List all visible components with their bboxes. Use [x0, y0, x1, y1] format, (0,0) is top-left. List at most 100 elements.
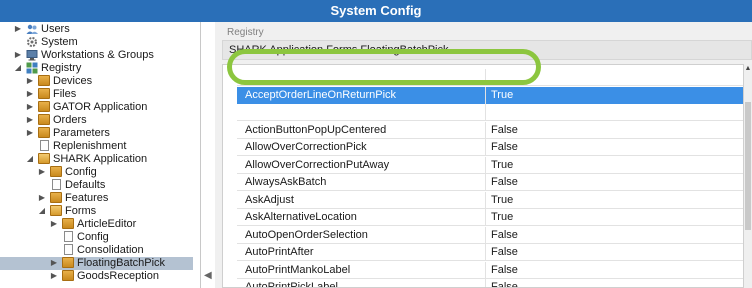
folder-open-icon — [50, 205, 62, 217]
table-row[interactable]: AllowOverCorrectionPutAway True — [237, 156, 743, 174]
tree-item[interactable]: ▶ GoodsReception — [0, 270, 200, 283]
tree-item[interactable]: ▶ Devices — [0, 75, 200, 88]
tree-item-label: SHARK Application — [53, 153, 148, 165]
table-row[interactable]: AskAlternativeLocation True — [237, 209, 743, 226]
tree-item-label: Registry — [41, 62, 82, 74]
gear-icon — [26, 36, 38, 48]
chevron-right-icon[interactable]: ▶ — [38, 193, 46, 202]
scroll-thumb[interactable] — [745, 102, 751, 230]
chevron-down-icon[interactable]: ◢ — [26, 154, 34, 163]
chevron-right-icon[interactable]: ▶ — [50, 258, 58, 267]
folder-icon — [38, 88, 50, 100]
document-icon — [38, 140, 50, 152]
folder-icon — [50, 166, 62, 178]
chevron-right-icon[interactable]: ▶ — [26, 76, 34, 85]
column-divider — [485, 156, 486, 174]
registry-key-name: AskAdjust — [245, 193, 294, 206]
tree-item-label: Config — [65, 166, 97, 178]
registry-grid[interactable]: AcceptOrderLineOnReturnPick True ActionBut… — [222, 64, 744, 288]
tree-item[interactable]: ▶ Orders — [0, 114, 200, 127]
chevron-right-icon[interactable]: ▶ — [50, 219, 58, 228]
table-row[interactable] — [237, 69, 743, 86]
folder-icon — [50, 192, 62, 204]
table-row[interactable]: AcceptOrderLineOnReturnPick True — [237, 86, 743, 104]
folder-icon — [62, 218, 74, 230]
table-row[interactable]: AutoPrintAfter False — [237, 244, 743, 261]
chevron-right-icon[interactable]: ▶ — [26, 102, 34, 111]
tree-item-label: Consolidation — [77, 244, 144, 256]
tree-item-label: Defaults — [65, 179, 106, 191]
chevron-right-icon[interactable]: ▶ — [50, 271, 58, 280]
collapse-panel-button[interactable]: ◀ — [204, 270, 212, 281]
column-divider — [485, 191, 486, 209]
registry-group-label: Registry — [227, 27, 264, 38]
table-row[interactable]: AlwaysAskBatch False — [237, 174, 743, 191]
table-row[interactable]: AskAdjust True — [237, 191, 743, 209]
chevron-down-icon[interactable]: ◢ — [14, 63, 22, 72]
table-row[interactable]: AutoOpenOrderSelection False — [237, 226, 743, 244]
document-icon — [62, 231, 74, 243]
table-row[interactable] — [237, 104, 743, 121]
table-row[interactable]: AllowOverCorrectionPick False — [237, 139, 743, 156]
tree-item-label: Features — [65, 192, 109, 204]
chevron-right-icon[interactable]: ▶ — [38, 167, 46, 176]
tree-item[interactable]: ◢ Forms — [0, 205, 200, 218]
registry-path-field[interactable]: SHARK Application.Forms.FloatingBatchPic… — [222, 40, 752, 60]
registry-key-value[interactable]: False — [491, 227, 518, 244]
chevron-right-icon[interactable]: ▶ — [14, 24, 22, 33]
grid-scrollbar[interactable]: ▲ — [744, 64, 752, 288]
tree-item[interactable]: Config — [0, 231, 200, 244]
tree-item-label: System — [41, 36, 78, 48]
registry-key-name: AutoPrintMankoLabel — [245, 263, 351, 276]
tree-item-label: GATOR Application — [53, 101, 148, 113]
folder-icon — [62, 270, 74, 282]
registry-key-value[interactable]: False — [491, 139, 518, 156]
tree-item[interactable]: ◢ SHARK Application — [0, 153, 200, 166]
tree-item[interactable]: Defaults — [0, 179, 200, 192]
tree-item-label: Orders — [53, 114, 87, 126]
tree-item[interactable]: ▶ Files — [0, 88, 200, 101]
tree-item[interactable]: ▶ Features — [0, 192, 200, 205]
chevron-right-icon[interactable]: ▶ — [26, 89, 34, 98]
folder-icon — [62, 257, 74, 269]
registry-key-value[interactable]: False — [491, 174, 518, 191]
tree-item[interactable]: Consolidation — [0, 244, 200, 257]
tree-item[interactable]: ▶ Users — [0, 23, 200, 36]
registry-key-value[interactable]: True — [491, 157, 513, 174]
tree-item[interactable]: ▶ ArticleEditor — [0, 218, 200, 231]
chevron-right-icon[interactable]: ▶ — [26, 128, 34, 137]
table-row[interactable]: AutoPrintPickLabel False — [237, 279, 743, 288]
tree-item[interactable]: System — [0, 36, 200, 49]
tree-item-label: Files — [53, 88, 77, 100]
chevron-down-icon[interactable]: ◢ — [38, 206, 46, 215]
registry-key-value[interactable]: False — [491, 262, 518, 279]
registry-key-value[interactable]: False — [491, 279, 518, 287]
tree-item[interactable]: ◢ Registry — [0, 62, 200, 75]
registry-key-value[interactable]: False — [491, 244, 518, 261]
registry-icon — [26, 62, 38, 74]
tree-item[interactable]: ▶ FloatingBatchPick — [0, 257, 193, 270]
registry-key-value[interactable]: True — [491, 192, 513, 209]
scroll-up-icon[interactable]: ▲ — [744, 64, 752, 74]
registry-key-name: AlwaysAskBatch — [245, 176, 327, 188]
users-icon — [26, 23, 38, 35]
tree-item[interactable]: Replenishment — [0, 140, 200, 153]
column-divider — [485, 69, 486, 86]
registry-key-value[interactable]: True — [491, 87, 513, 104]
tree-item[interactable]: ▶ Workstations & Groups — [0, 49, 200, 62]
table-row[interactable]: AutoPrintMankoLabel False — [237, 261, 743, 279]
tree-item-label: Forms — [65, 205, 97, 217]
computer-icon — [26, 49, 38, 61]
table-row[interactable]: ActionButtonPopUpCentered False — [237, 121, 743, 139]
registry-key-value[interactable]: False — [491, 122, 518, 139]
tree-panel[interactable]: ▶ Users System ▶ Workstations & Groups ◢ Regis… — [0, 22, 201, 288]
tree-item[interactable]: ▶ Config — [0, 166, 200, 179]
tree-item[interactable]: ▶ Parameters — [0, 127, 200, 140]
chevron-right-icon[interactable]: ▶ — [14, 50, 22, 59]
tree-item-label: Devices — [53, 75, 93, 87]
tree-item[interactable]: ▶ GATOR Application — [0, 101, 200, 114]
chevron-right-icon[interactable]: ▶ — [26, 115, 34, 124]
registry-key-value[interactable]: True — [491, 209, 513, 226]
registry-key-name: AutoPrintPickLabel — [245, 281, 338, 288]
document-icon — [50, 179, 62, 191]
